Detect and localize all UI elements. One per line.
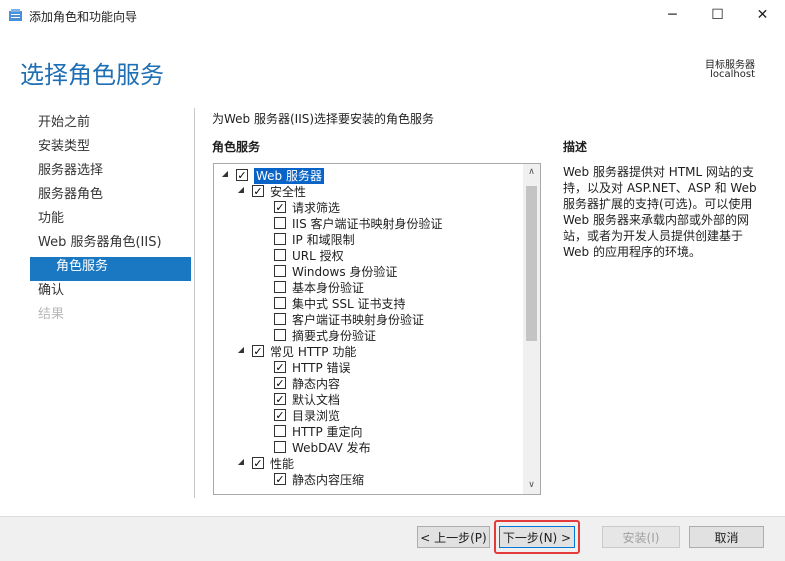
tree-item-label[interactable]: 静态内容: [292, 376, 340, 392]
tree-row[interactable]: 基本身份验证: [214, 280, 520, 296]
nav-item[interactable]: Web 服务器角色(IIS): [30, 233, 191, 257]
tree-row[interactable]: Windows 身份验证: [214, 264, 520, 280]
checkbox-checked[interactable]: ✓: [236, 169, 248, 182]
tree-item-label[interactable]: Windows 身份验证: [292, 264, 397, 280]
tree-item-label[interactable]: URL 授权: [292, 248, 344, 264]
tree-item-label[interactable]: HTTP 错误: [292, 360, 351, 376]
tree-row[interactable]: ◢ ✓ Web 服务器: [214, 168, 520, 184]
tree-item-label[interactable]: 集中式 SSL 证书支持: [292, 296, 406, 312]
nav-divider: [194, 108, 195, 498]
checkbox-checked[interactable]: ✓: [274, 473, 286, 486]
target-server-value: localhost: [710, 69, 755, 80]
tree-item-label[interactable]: 性能: [270, 456, 294, 472]
description-body: Web 服务器提供对 HTML 网站的支持，以及对 ASP.NET、ASP 和 …: [563, 165, 757, 259]
expand-arrow-icon[interactable]: ◢: [236, 345, 246, 354]
next-button-highlight: [494, 520, 580, 554]
checkbox-unchecked[interactable]: [274, 425, 286, 437]
title-bar: 添加角色和功能向导 ─ ☐ ✕: [0, 0, 785, 30]
nav-item[interactable]: 服务器选择: [30, 161, 191, 185]
scroll-up-icon[interactable]: ∧: [523, 164, 540, 181]
description-title: 描述: [563, 140, 588, 154]
checkbox-checked[interactable]: ✓: [274, 409, 286, 422]
tree-row[interactable]: ◢ ✓ 安全性: [214, 184, 520, 200]
checkbox-checked[interactable]: ✓: [274, 201, 286, 214]
minimize-button[interactable]: ─: [650, 0, 695, 30]
tree-item-label[interactable]: 常见 HTTP 功能: [270, 344, 356, 360]
expand-arrow-icon[interactable]: ◢: [220, 169, 230, 178]
window-title: 添加角色和功能向导: [29, 10, 138, 24]
expand-arrow-icon[interactable]: ◢: [236, 457, 246, 466]
checkbox-unchecked[interactable]: [274, 297, 286, 309]
page-title: 选择角色服务: [20, 61, 164, 89]
tree-row[interactable]: WebDAV 发布: [214, 440, 520, 456]
previous-button[interactable]: < 上一步(P): [417, 526, 490, 548]
nav-item[interactable]: 功能: [30, 209, 191, 233]
checkbox-checked[interactable]: ✓: [252, 457, 264, 470]
tree-item-label[interactable]: Web 服务器: [254, 168, 324, 184]
tree-item-label[interactable]: 静态内容压缩: [292, 472, 364, 488]
tree-scrollbar[interactable]: ∧ ∨: [523, 164, 540, 494]
checkbox-unchecked[interactable]: [274, 217, 286, 229]
tree-item-label[interactable]: WebDAV 发布: [292, 440, 371, 456]
nav-item[interactable]: 角色服务: [30, 257, 191, 281]
maximize-button[interactable]: ☐: [695, 0, 740, 30]
nav-item[interactable]: 服务器角色: [30, 185, 191, 209]
checkbox-checked[interactable]: ✓: [274, 377, 286, 390]
checkbox-unchecked[interactable]: [274, 265, 286, 277]
nav-item: 结果: [38, 307, 65, 322]
tree-row[interactable]: URL 授权: [214, 248, 520, 264]
role-services-tree[interactable]: ◢ ✓ Web 服务器 ◢ ✓ 安全性 ✓ 请求筛选 IIS 客户端证书映射身份验证 IP 和域限…: [213, 163, 541, 495]
tree-row[interactable]: ◢ ✓ 性能: [214, 456, 520, 472]
tree-row[interactable]: ✓ 目录浏览: [214, 408, 520, 424]
tree-row[interactable]: ✓ 请求筛选: [214, 200, 520, 216]
tree-item-label[interactable]: 安全性: [270, 184, 306, 200]
tree-row[interactable]: IP 和域限制: [214, 232, 520, 248]
wizard-nav: 开始之前 安装类型 服务器选择 服务器角色 功能 Web 服务器角色(IIS) 角色服务 确认…: [30, 113, 191, 329]
nav-item[interactable]: 安装类型: [30, 137, 191, 161]
tree-item-label[interactable]: 基本身份验证: [292, 280, 364, 296]
tree-row[interactable]: ✓ 默认文档: [214, 392, 520, 408]
expand-arrow-icon[interactable]: ◢: [236, 185, 246, 194]
checkbox-checked[interactable]: ✓: [252, 185, 264, 198]
checkbox-unchecked[interactable]: [274, 329, 286, 341]
tree-row[interactable]: ✓ 静态内容压缩: [214, 472, 520, 488]
tree-row[interactable]: 摘要式身份验证: [214, 328, 520, 344]
tree-item-label[interactable]: 摘要式身份验证: [292, 328, 376, 344]
tree-item-label[interactable]: 默认文档: [292, 392, 340, 408]
server-manager-icon: [9, 9, 22, 21]
checkbox-unchecked[interactable]: [274, 313, 286, 325]
checkbox-checked[interactable]: ✓: [274, 393, 286, 406]
checkbox-checked[interactable]: ✓: [274, 361, 286, 374]
tree-row[interactable]: ✓ HTTP 错误: [214, 360, 520, 376]
tree-row[interactable]: IIS 客户端证书映射身份验证: [214, 216, 520, 232]
scroll-down-icon[interactable]: ∨: [523, 477, 540, 494]
tree-item-label[interactable]: 客户端证书映射身份验证: [292, 312, 424, 328]
tree-item-label[interactable]: HTTP 重定向: [292, 424, 363, 440]
tree-item-label[interactable]: IIS 客户端证书映射身份验证: [292, 216, 443, 232]
checkbox-checked[interactable]: ✓: [252, 345, 264, 358]
tree-row[interactable]: 集中式 SSL 证书支持: [214, 296, 520, 312]
install-button: 安装(I): [602, 526, 680, 548]
tree-rows: ◢ ✓ Web 服务器 ◢ ✓ 安全性 ✓ 请求筛选 IIS 客户端证书映射身份验证 IP 和域限…: [214, 168, 520, 488]
nav-item[interactable]: 确认: [30, 281, 191, 305]
checkbox-unchecked[interactable]: [274, 249, 286, 261]
nav-item[interactable]: 开始之前: [30, 113, 191, 137]
scroll-thumb[interactable]: [526, 186, 537, 341]
tree-row[interactable]: ◢ ✓ 常见 HTTP 功能: [214, 344, 520, 360]
instruction-text: 为Web 服务器(IIS)选择要安装的角色服务: [212, 112, 435, 126]
checkbox-unchecked[interactable]: [274, 441, 286, 453]
role-services-label: 角色服务: [212, 140, 261, 154]
tree-item-label[interactable]: 目录浏览: [292, 408, 340, 424]
tree-row[interactable]: HTTP 重定向: [214, 424, 520, 440]
tree-row[interactable]: ✓ 静态内容: [214, 376, 520, 392]
checkbox-unchecked[interactable]: [274, 233, 286, 245]
cancel-button[interactable]: 取消: [689, 526, 764, 548]
tree-item-label[interactable]: 请求筛选: [292, 200, 340, 216]
tree-row[interactable]: 客户端证书映射身份验证: [214, 312, 520, 328]
close-button[interactable]: ✕: [740, 0, 785, 30]
tree-item-label[interactable]: IP 和域限制: [292, 232, 355, 248]
checkbox-unchecked[interactable]: [274, 281, 286, 293]
